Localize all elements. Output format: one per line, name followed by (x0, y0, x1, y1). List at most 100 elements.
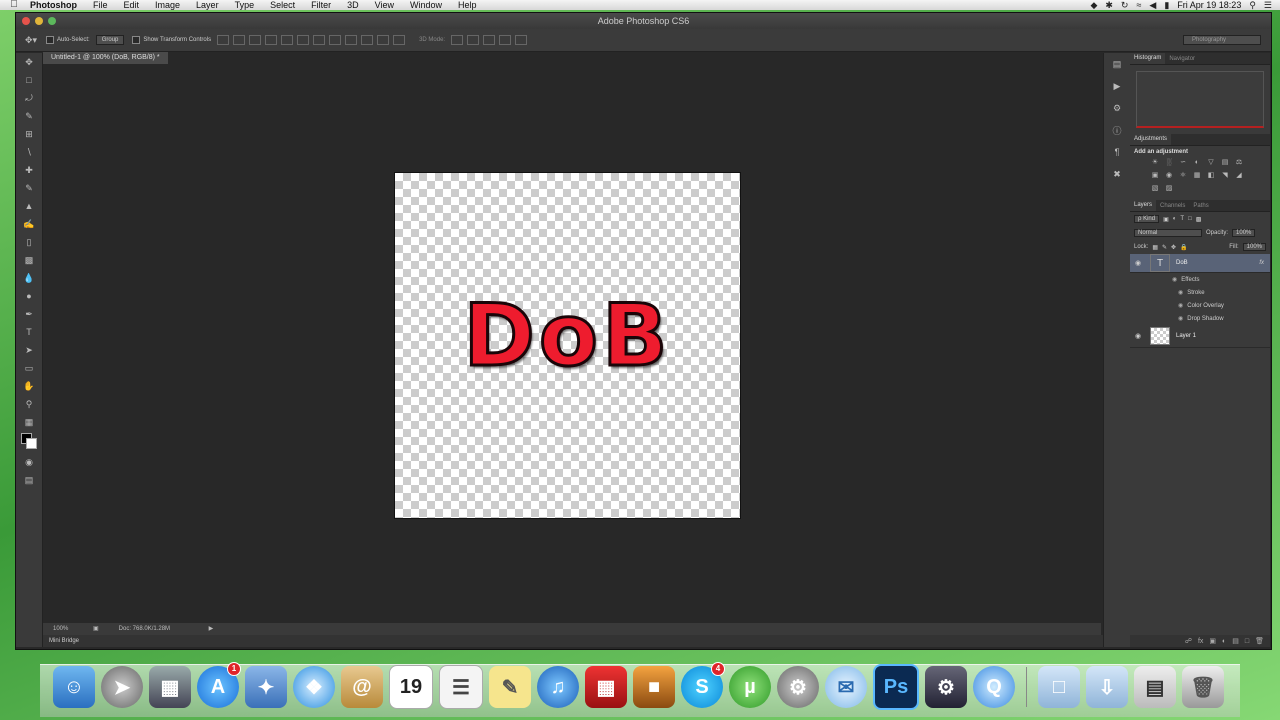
menu-3d[interactable]: 3D (339, 0, 367, 10)
reminders-icon[interactable]: ☰ (439, 665, 483, 709)
effect-row-stroke[interactable]: ◉ Stroke (1130, 286, 1270, 299)
effect-row-drop-shadow[interactable]: ◉ Drop Shadow (1130, 312, 1270, 325)
tab-adjustments[interactable]: Adjustments (1130, 134, 1172, 145)
lock-all-icon[interactable]: 🔒 (1180, 244, 1187, 251)
auto-select-dropdown[interactable]: Group (95, 35, 125, 45)
filter-shape-icon[interactable]: □ (1188, 216, 1192, 222)
mission-control-icon[interactable]: ▦ (149, 666, 191, 708)
marquee-tool-icon[interactable]: □ (16, 71, 42, 89)
invert-icon[interactable]: ◧ (1206, 171, 1216, 181)
photoshop-icon[interactable]: Ps (873, 664, 919, 710)
hue-saturation-icon[interactable]: ▤ (1220, 158, 1230, 168)
downloads-folder-icon[interactable]: ⇩ (1086, 666, 1128, 708)
contacts-icon[interactable]: @ (341, 666, 383, 708)
distribute-top-icon[interactable] (313, 35, 326, 45)
tab-paths[interactable]: Paths (1189, 203, 1212, 209)
default-colors-icon[interactable]: ▦ (16, 413, 42, 431)
gradient-map-icon[interactable]: ▧ (1150, 184, 1160, 194)
spotlight-icon[interactable]: ⚲ (1249, 0, 1256, 10)
history-panel-icon[interactable]: ▤ (1104, 53, 1130, 75)
new-group-icon[interactable]: ▤ (1232, 637, 1239, 645)
auto-select-check-box[interactable] (46, 36, 54, 44)
menu-edit[interactable]: Edit (116, 0, 148, 10)
menu-clock[interactable]: Fri Apr 19 18:23 (1177, 0, 1241, 10)
healing-brush-tool-icon[interactable]: ✚ (16, 161, 42, 179)
safari-icon[interactable]: ❖ (293, 666, 335, 708)
3d-slide-icon[interactable] (499, 35, 512, 45)
mini-bridge-tab[interactable]: Mini Bridge (43, 635, 1107, 647)
3d-scale-icon[interactable] (515, 35, 528, 45)
stroke-eye-icon[interactable]: ◉ (1178, 289, 1183, 296)
status-menu-arrow-icon[interactable]: ▶ (209, 623, 214, 635)
document-canvas[interactable]: DoB (394, 172, 741, 519)
blur-tool-icon[interactable]: 💧 (16, 269, 42, 287)
launchpad-icon[interactable]: ➤ (101, 666, 143, 708)
effects-eye-icon[interactable]: ◉ (1172, 276, 1177, 283)
3d-drag-icon[interactable] (483, 35, 496, 45)
dodge-tool-icon[interactable]: ● (16, 287, 42, 305)
menu-help[interactable]: Help (450, 0, 485, 10)
preview-icon[interactable]: ✦ (245, 666, 287, 708)
color-balance-icon[interactable]: ⚖ (1234, 158, 1244, 168)
quick-selection-tool-icon[interactable]: ✎ (16, 107, 42, 125)
menu-image[interactable]: Image (147, 0, 188, 10)
window-minimize-button[interactable] (35, 17, 43, 25)
align-right-icon[interactable] (297, 35, 310, 45)
quick-mask-icon[interactable]: ◉ (16, 453, 42, 471)
opacity-field[interactable]: 100% (1232, 229, 1256, 237)
window-close-button[interactable] (22, 17, 30, 25)
lock-transparent-icon[interactable]: ▦ (1152, 244, 1158, 251)
path-selection-tool-icon[interactable]: ➤ (16, 341, 42, 359)
photo-filter-icon[interactable]: ◉ (1164, 171, 1174, 181)
layer-kind-filter[interactable]: ρ Kind (1134, 215, 1160, 223)
delete-layer-icon[interactable]: 🗑 (1255, 637, 1264, 645)
screenshot-stack-icon[interactable]: ▤ (1134, 666, 1176, 708)
status-info-icon[interactable]: ▣ (93, 623, 99, 635)
distribute-left-icon[interactable] (361, 35, 374, 45)
type-tool-icon[interactable]: T (16, 323, 42, 341)
wifi-icon[interactable]: ≈ (1136, 0, 1141, 10)
documents-folder-icon[interactable]: □ (1038, 666, 1080, 708)
link-layers-icon[interactable]: ☍ (1185, 637, 1192, 645)
tab-layers[interactable]: Layers (1130, 200, 1157, 211)
align-left-icon[interactable] (265, 35, 278, 45)
channel-mixer-icon[interactable]: ⚛ (1178, 171, 1188, 181)
distribute-hcenter-icon[interactable] (377, 35, 390, 45)
align-vertical-center-icon[interactable] (233, 35, 246, 45)
quicktime-icon[interactable]: Q (973, 666, 1015, 708)
zoom-level[interactable]: 100% (43, 623, 93, 635)
notification-center-icon[interactable]: ☰ (1264, 0, 1272, 10)
document-tab[interactable]: Untitled-1 @ 100% (DoB, RGB/8) * (43, 52, 168, 64)
properties-panel-icon[interactable]: ⚙ (1104, 97, 1130, 119)
battery-icon[interactable]: ▮ (1164, 0, 1169, 10)
time-machine-icon[interactable]: ↻ (1121, 0, 1129, 10)
rectangle-tool-icon[interactable]: ▭ (16, 359, 42, 377)
pen-tool-icon[interactable]: ✒ (16, 305, 42, 323)
app-store-icon[interactable]: A1 (197, 662, 241, 708)
menu-select[interactable]: Select (262, 0, 303, 10)
layer-name[interactable]: Layer 1 (1176, 333, 1196, 339)
lock-image-icon[interactable]: ✎ (1162, 244, 1167, 251)
clone-stamp-tool-icon[interactable]: ▲ (16, 197, 42, 215)
tab-navigator[interactable]: Navigator (1165, 56, 1199, 62)
workspace-switcher[interactable]: Photography (1183, 35, 1261, 45)
selective-color-icon[interactable]: ▨ (1164, 184, 1174, 194)
background-color-swatch[interactable] (26, 438, 37, 449)
add-layer-style-icon[interactable]: fx (1198, 638, 1203, 645)
exposure-icon[interactable]: ◐ (1192, 158, 1202, 168)
finder-icon[interactable]: ☺ (53, 666, 95, 708)
steam-icon[interactable]: ⚙ (925, 666, 967, 708)
tool-presets-icon[interactable]: ✖ (1104, 163, 1130, 185)
move-tool-preset-icon[interactable]: ✥▾ (16, 35, 46, 46)
move-tool-icon[interactable]: ✥ (16, 53, 42, 71)
layer-name[interactable]: DoB (1176, 260, 1188, 266)
layer-row-layer-1[interactable]: ◉ Layer 1 (1130, 325, 1270, 348)
menu-filter[interactable]: Filter (303, 0, 339, 10)
eyedropper-tool-icon[interactable]: ∖ (16, 143, 42, 161)
filter-adjustment-icon[interactable]: ◐ (1173, 216, 1177, 222)
black-white-icon[interactable]: ▣ (1150, 171, 1160, 181)
align-top-icon[interactable] (217, 35, 230, 45)
fill-field[interactable]: 100% (1242, 243, 1266, 251)
align-horizontal-center-icon[interactable] (281, 35, 294, 45)
dropbox-icon[interactable]: ◆ (1090, 0, 1097, 10)
